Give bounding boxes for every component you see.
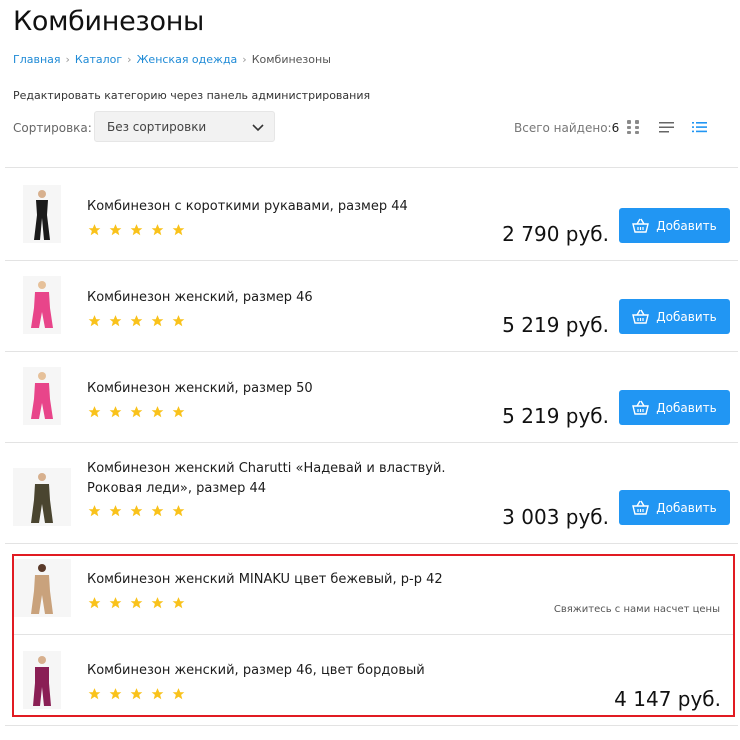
star-icon [130,688,143,700]
star-icon [172,688,185,700]
star-icon [88,688,101,700]
chevron-right-icon: › [127,53,132,66]
breadcrumb-home[interactable]: Главная [13,53,61,66]
star-icon [130,505,143,517]
divider [5,260,738,261]
star-icon [109,406,122,418]
star-icon [130,597,143,609]
star-icon [88,597,101,609]
divider [5,351,738,352]
star-icon [151,597,164,609]
product-name[interactable]: Комбинезон женский Charutti «Надевай и в… [87,459,477,499]
product-row: Комбинезон женский MINAKU цвет бежевый, … [5,553,738,643]
chevron-right-icon: › [65,53,70,66]
product-price: 5 219 руб. [502,404,609,428]
results-count-label: Всего найдено: [514,121,612,135]
product-price: 2 790 руб. [502,222,609,246]
divider [14,634,733,635]
compact-list-view-icon[interactable] [691,119,708,135]
basket-icon [632,400,650,415]
add-to-cart-button[interactable]: Добавить [619,299,730,334]
rating-stars [87,314,186,328]
results-count: Всего найдено:6 [514,121,619,135]
add-to-cart-button[interactable]: Добавить [619,490,730,525]
product-row: Комбинезон с короткими рукавами, размер … [5,178,738,268]
add-to-cart-label: Добавить [656,400,717,415]
star-icon [151,406,164,418]
add-to-cart-button[interactable]: Добавить [619,208,730,243]
divider [5,442,738,443]
product-name[interactable]: Комбинезон женский, размер 50 [87,379,313,399]
star-icon [130,406,143,418]
product-name[interactable]: Комбинезон женский, размер 46 [87,288,313,308]
star-icon [172,597,185,609]
list-view-icon[interactable] [658,119,675,135]
rating-stars [87,687,186,701]
star-icon [109,597,122,609]
chevron-right-icon: › [242,53,247,66]
star-icon [88,505,101,517]
grid-view-icon[interactable] [625,119,642,135]
star-icon [172,315,185,327]
product-row: Комбинезон женский, размер 46, цвет борд… [5,645,738,715]
product-price: 3 003 руб. [502,505,609,529]
admin-edit-note: Редактировать категорию через панель адм… [13,89,371,102]
divider [5,167,738,168]
star-icon [88,315,101,327]
add-to-cart-label: Добавить [656,309,717,324]
star-icon [109,505,122,517]
contact-for-price: Свяжитесь с нами насчет цены [553,604,720,615]
results-count-value: 6 [611,121,620,135]
page-title: Комбинезоны [13,6,205,37]
star-icon [88,406,101,418]
star-icon [109,688,122,700]
product-price: 5 219 руб. [502,313,609,337]
breadcrumb-womens-clothing[interactable]: Женская одежда [137,53,238,66]
rating-stars [87,596,186,610]
add-to-cart-button[interactable]: Добавить [619,390,730,425]
product-name[interactable]: Комбинезон женский MINAKU цвет бежевый, … [87,570,443,590]
product-row: Комбинезон женский, размер 50 5 219 руб.… [5,360,738,450]
star-icon [130,315,143,327]
sort-select-value: Без сортировки [107,119,207,134]
basket-icon [632,218,650,233]
star-icon [151,505,164,517]
product-image[interactable] [23,367,61,425]
product-name[interactable]: Комбинезон с короткими рукавами, размер … [87,197,408,217]
star-icon [109,224,122,236]
star-icon [172,505,185,517]
star-icon [151,688,164,700]
product-image[interactable] [13,468,71,526]
breadcrumb-catalog[interactable]: Каталог [75,53,122,66]
star-icon [130,224,143,236]
star-icon [172,224,185,236]
sort-label: Сортировка: [13,121,92,135]
product-price: 4 147 руб. [614,687,721,711]
add-to-cart-label: Добавить [656,500,717,515]
basket-icon [632,309,650,324]
product-image[interactable] [23,651,61,709]
star-icon [151,224,164,236]
star-icon [109,315,122,327]
product-row: Комбинезон женский, размер 46 5 219 руб.… [5,269,738,359]
chevron-down-icon [252,124,264,132]
divider [5,543,738,544]
rating-stars [87,223,186,237]
star-icon [151,315,164,327]
breadcrumb-current: Комбинезоны [251,53,331,66]
basket-icon [632,500,650,515]
rating-stars [87,405,186,419]
product-image[interactable] [23,185,61,243]
product-image[interactable] [23,276,61,334]
star-icon [172,406,185,418]
product-name[interactable]: Комбинезон женский, размер 46, цвет борд… [87,661,425,681]
product-row: Комбинезон женский Charutti «Надевай и в… [5,452,738,544]
add-to-cart-label: Добавить [656,218,717,233]
star-icon [88,224,101,236]
breadcrumb: Главная › Каталог › Женская одежда › Ком… [13,53,331,66]
rating-stars [87,504,186,518]
divider [5,725,738,726]
sort-select[interactable]: Без сортировки [94,111,275,142]
product-image[interactable] [13,559,71,617]
